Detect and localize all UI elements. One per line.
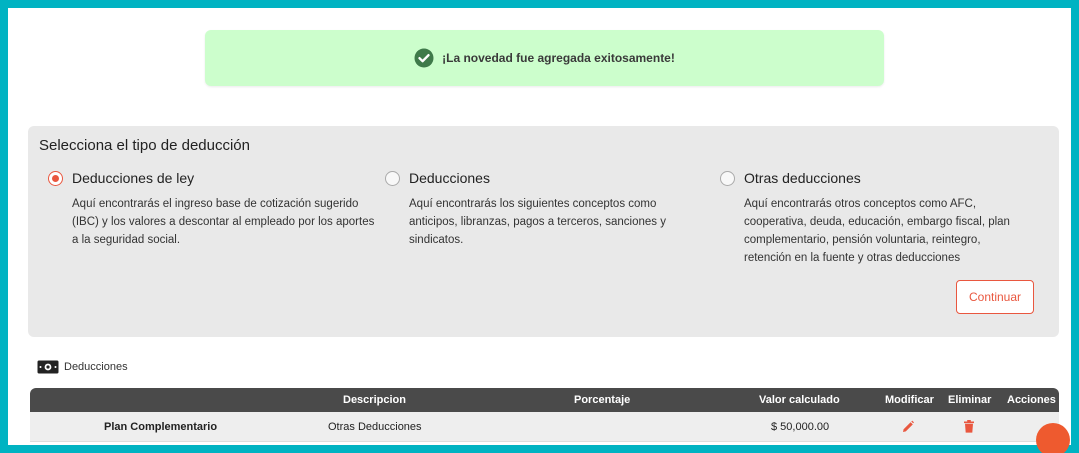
option-label: Deducciones: [409, 170, 490, 186]
option-otras-deducciones[interactable]: Otras deducciones Aquí encontrarás otros…: [720, 170, 1020, 267]
deduction-type-panel: Selecciona el tipo de deducción Deduccio…: [28, 126, 1059, 337]
option-description: Aquí encontrarás los siguientes concepto…: [409, 198, 666, 246]
column-header-porcentaje: Porcentaje: [574, 394, 631, 406]
column-header-valor-calculado: Valor calculado: [759, 394, 840, 406]
continue-button[interactable]: Continuar: [956, 280, 1034, 314]
check-circle-icon: [414, 48, 434, 68]
column-header-modificar: Modificar: [885, 394, 934, 406]
floating-action-button[interactable]: [1036, 423, 1070, 453]
cell-description: Otras Deducciones: [328, 421, 422, 433]
success-alert: ¡La novedad fue agregada exitosamente!: [205, 30, 884, 86]
alert-message: ¡La novedad fue agregada exitosamente!: [442, 51, 675, 65]
column-header-descripcion: Descripcion: [343, 394, 406, 406]
column-header-eliminar: Eliminar: [948, 394, 992, 406]
money-bill-icon: [37, 360, 59, 374]
column-header-acciones: Acciones: [1007, 394, 1056, 406]
page-frame: ¡La novedad fue agregada exitosamente! S…: [8, 8, 1071, 445]
radio-deducciones-de-ley[interactable]: [48, 170, 63, 186]
trash-icon[interactable]: [963, 420, 975, 433]
radio-otras-deducciones[interactable]: [720, 170, 735, 186]
option-deducciones[interactable]: Deducciones Aquí encontrarás los siguien…: [385, 170, 685, 249]
table-header: Descripcion Porcentaje Valor calculado M…: [30, 388, 1059, 412]
cell-name: Plan Complementario: [104, 421, 218, 433]
radio-deducciones[interactable]: [385, 170, 400, 186]
deductions-table: Descripcion Porcentaje Valor calculado M…: [30, 388, 1059, 442]
option-label: Deducciones de ley: [72, 170, 195, 186]
pencil-icon[interactable]: [902, 420, 914, 433]
table-row: Plan Complementario Otras Deducciones $ …: [30, 412, 1059, 442]
panel-title: Selecciona el tipo de deducción: [39, 137, 250, 154]
deductions-section-label: Deducciones: [37, 360, 128, 374]
cell-value: $ 50,000.00: [771, 421, 830, 433]
option-deducciones-de-ley[interactable]: Deducciones de ley Aquí encontrarás el i…: [48, 170, 378, 249]
option-label: Otras deducciones: [744, 170, 861, 186]
option-description: Aquí encontrarás el ingreso base de coti…: [72, 198, 375, 246]
option-description: Aquí encontrarás otros conceptos como AF…: [744, 198, 1010, 264]
section-label-text: Deducciones: [64, 361, 128, 373]
